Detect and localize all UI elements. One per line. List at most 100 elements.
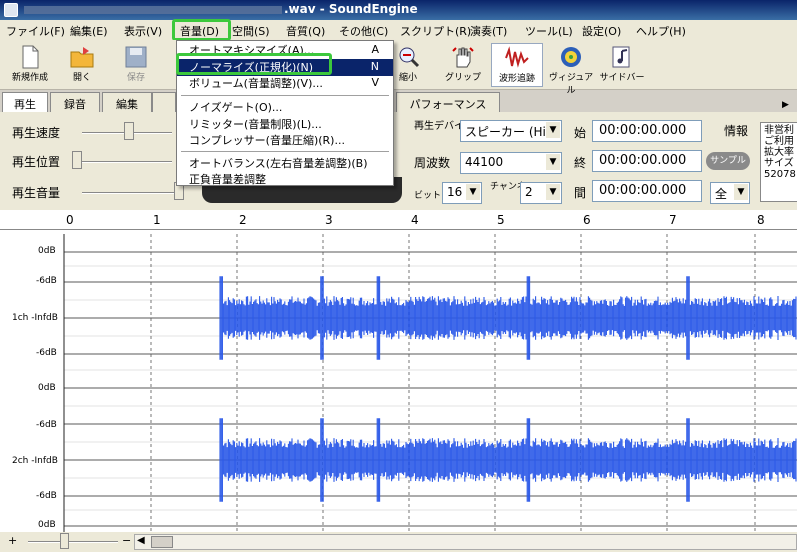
menu-help[interactable]: ヘルプ(H) [636, 23, 686, 39]
info-panel: 非営利 ご利用 拡大率 サイズ 52078 [760, 122, 797, 202]
db-label: -6dB [36, 420, 57, 430]
start-time-field[interactable]: 00:00:00.000 [592, 120, 702, 142]
menu-settings[interactable]: 設定(O) [582, 23, 621, 39]
scrollbar-thumb[interactable] [151, 536, 173, 548]
blurred-path [24, 6, 282, 14]
open-button[interactable]: 開く [56, 43, 108, 87]
menu-script[interactable]: スクリプト(R) [400, 23, 471, 39]
menu-item-volume-adjust[interactable]: ボリューム(音量調整)(V)... V [177, 75, 393, 92]
db-label: 0dB [38, 383, 56, 393]
window-title: .wav - SoundEngine [284, 2, 418, 16]
tab-edit[interactable]: 編集 [102, 92, 152, 112]
menu-quality[interactable]: 音質(Q) [286, 23, 325, 39]
app-icon[interactable] [4, 3, 18, 17]
range-value: 全 [715, 187, 728, 201]
chevron-down-icon: ▼ [546, 184, 560, 200]
tab-hidden[interactable] [152, 92, 176, 112]
ruler-tick: 8 [757, 213, 765, 227]
zoom-out-icon[interactable]: − [122, 534, 131, 547]
title-bar: .wav - SoundEngine [0, 0, 797, 20]
folder-icon [70, 47, 94, 68]
tab-play[interactable]: 再生 [2, 92, 48, 112]
chevron-down-icon: ▼ [466, 184, 480, 200]
frequency-label: 周波数 [414, 156, 451, 170]
menu-view[interactable]: 表示(V) [124, 23, 162, 39]
end-time-field[interactable]: 00:00:00.000 [592, 150, 702, 172]
menu-item-limiter[interactable]: リミッター(音量制限)(L)... [177, 116, 393, 133]
scroll-left-icon[interactable]: ◀ [137, 535, 145, 546]
db-label: 0dB [38, 520, 56, 530]
length-time-field[interactable]: 00:00:00.000 [592, 180, 702, 202]
menu-item-label: ボリューム(音量調整)(V)... [189, 77, 323, 90]
device-select[interactable]: スピーカー (Hi ▼ [460, 120, 562, 142]
zoom-in-icon[interactable]: + [8, 534, 17, 547]
menu-separator [181, 151, 389, 152]
bit-label: ビット [414, 191, 442, 201]
sidebar-icon [612, 46, 630, 68]
chevron-down-icon: ▼ [734, 184, 748, 200]
new-file-icon [22, 45, 39, 69]
db-label: -6dB [36, 491, 57, 501]
channel2-label: 2ch -InfdB [12, 456, 58, 466]
highlight-normalize-item [176, 53, 332, 75]
range-select[interactable]: 全 ▼ [710, 182, 750, 204]
info-line: 52078 [764, 169, 796, 180]
toolbar: 新規作成 開く 保存 縮小 グリップ 波形追跡 ヴィジュアル サイドバー [0, 40, 797, 96]
tab-record[interactable]: 録音 [50, 92, 100, 112]
hand-icon [452, 47, 474, 68]
menu-file[interactable]: ファイル(F) [6, 23, 65, 39]
new-button[interactable]: 新規作成 [4, 43, 56, 87]
menu-space[interactable]: 空間(S) [232, 23, 270, 39]
volume-slider-track[interactable] [82, 192, 182, 194]
menu-other[interactable]: その他(C) [339, 23, 388, 39]
save-button[interactable]: 保存 [110, 43, 162, 87]
visual-button[interactable]: ヴィジュアル [545, 43, 597, 96]
tab-performance[interactable]: パフォーマンス [396, 92, 500, 112]
bit-select[interactable]: 16 ▼ [442, 182, 482, 204]
new-label: 新規作成 [11, 73, 48, 83]
info-label: 情報 [724, 124, 749, 138]
menu-separator [181, 95, 389, 96]
zoom-slider-track[interactable] [28, 541, 118, 543]
highlight-volume-menu [172, 19, 231, 41]
sidebar-label: サイドバー [599, 73, 645, 83]
db-label: 0dB [38, 246, 56, 256]
tab-scroll-right-icon[interactable]: ▶ [782, 100, 789, 110]
ruler-tick: 0 [66, 213, 74, 227]
sidebar-button[interactable]: サイドバー [596, 43, 648, 87]
waveform-follow-button[interactable]: 波形追跡 [491, 43, 543, 87]
device-value: スピーカー (Hi [465, 125, 546, 139]
menu-edit[interactable]: 編集(E) [70, 23, 108, 39]
shrink-label: 縮小 [398, 73, 417, 83]
ruler-tick: 2 [239, 213, 247, 227]
menu-item-noise-gate[interactable]: ノイズゲート(O)... [177, 99, 393, 116]
position-slider-track[interactable] [72, 161, 172, 163]
menu-tool[interactable]: ツール(L) [525, 23, 573, 39]
speed-slider-thumb[interactable] [124, 122, 134, 140]
sample-button[interactable]: サンプル [706, 152, 750, 170]
waveform-canvas[interactable] [0, 210, 797, 532]
menu-item-shortcut: A [371, 43, 379, 56]
position-slider-thumb[interactable] [72, 151, 82, 169]
waveform-area[interactable] [0, 210, 797, 532]
channel1-label: 1ch -InfdB [12, 313, 58, 323]
frequency-select[interactable]: 44100 ▼ [460, 152, 562, 174]
zoom-slider-thumb[interactable] [60, 533, 69, 549]
status-bar: + − ◀ [0, 532, 797, 552]
grip-button[interactable]: グリップ [437, 43, 489, 87]
chevron-down-icon: ▼ [546, 122, 560, 138]
open-label: 開く [72, 73, 91, 83]
horizontal-scrollbar[interactable]: ◀ [134, 534, 797, 550]
ruler-tick: 7 [669, 213, 677, 227]
chevron-down-icon: ▼ [546, 154, 560, 170]
waveform-icon [505, 46, 529, 68]
menu-item-compressor[interactable]: コンプレッサー(音量圧縮)(R)... [177, 132, 393, 149]
bit-value: 16 [447, 185, 463, 199]
playback-controls: 再生速度 再生位置 再生音量 再生デバイス スピーカー (Hi ▼ 周波数 441… [0, 112, 797, 210]
menu-item-polarity-adjust[interactable]: 正負音量差調整 [177, 171, 393, 188]
channel-select[interactable]: 2 ▼ [520, 182, 562, 204]
info-line: 拡大率 [764, 147, 794, 158]
menu-item-auto-balance[interactable]: オートバランス(左右音量差調整)(B) [177, 155, 393, 172]
info-line: サイズ [764, 158, 794, 169]
menu-play[interactable]: 演奏(T) [470, 23, 507, 39]
